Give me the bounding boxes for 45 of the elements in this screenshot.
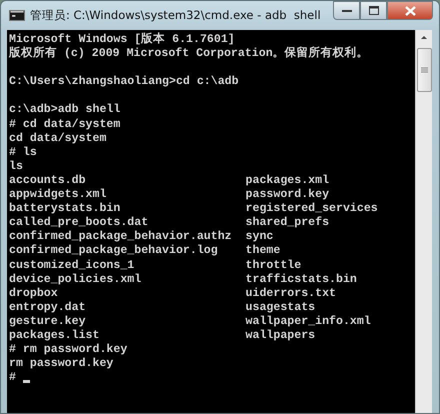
scrollbar[interactable] <box>415 30 432 413</box>
file-name: device_policies.xml <box>9 272 142 287</box>
file-name: registered_services <box>246 202 378 216</box>
console-line: rm password.key <box>9 357 114 372</box>
minimize-icon <box>342 8 352 12</box>
file-name: wallpapers <box>246 328 316 344</box>
file-name: password.key <box>246 188 330 202</box>
console-line: 版权所有 (c) 2009 Microsoft Corporation。保留所有权利。 <box>9 47 369 62</box>
file-name: confirmed_package_behavior.authz <box>9 230 233 244</box>
console-line: cd data/system <box>9 132 106 146</box>
scroll-thumb[interactable] <box>416 48 432 92</box>
file-name: usagestats <box>246 300 316 315</box>
console-line: c:\adb>adb shell <box>9 103 120 118</box>
close-icon <box>404 6 416 16</box>
file-name: accounts.db <box>9 174 87 188</box>
file-name: uiderrors.txt <box>246 286 336 301</box>
close-button[interactable] <box>387 1 433 20</box>
file-name: called_pre_boots.dat <box>9 216 150 230</box>
file-name: confirmed_package_behavior.log <box>9 244 219 258</box>
file-name: theme <box>246 244 280 258</box>
file-name: sync <box>246 230 274 244</box>
window-title: 管理员: C:\Windows\system32\cmd.exe - adb shell <box>30 6 322 24</box>
maximize-icon <box>368 6 378 15</box>
file-name: customized_icons_1 <box>9 258 136 273</box>
maximize-button[interactable] <box>360 1 387 20</box>
console-line: # <box>9 371 16 386</box>
console-line: ls <box>9 160 23 174</box>
console-line: # cd data/system <box>9 118 120 132</box>
file-name: trafficstats.bin <box>246 272 357 287</box>
file-name: dropbox <box>9 286 59 301</box>
console-line: C:\Users\zhangshaoliang>cd c:\adb <box>9 75 239 90</box>
file-name: entropy.dat <box>9 300 87 315</box>
file-name: packages.list <box>9 328 100 344</box>
console-line: # rm password.key <box>9 343 128 358</box>
file-name: packages.xml <box>246 174 330 188</box>
file-name: throttle <box>246 258 302 273</box>
file-name: batterystats.bin <box>9 202 122 216</box>
console-line: # ls <box>9 146 37 160</box>
console-line: Microsoft Windows [版本 6.1.7601] <box>9 33 235 46</box>
minimize-button[interactable] <box>333 1 360 20</box>
file-name: gesture.key <box>9 314 87 329</box>
file-name: shared_prefs <box>246 216 330 230</box>
console-icon <box>9 10 25 21</box>
file-name: wallpaper_info.xml <box>246 314 371 329</box>
file-name: appwidgets.xml <box>9 188 108 202</box>
